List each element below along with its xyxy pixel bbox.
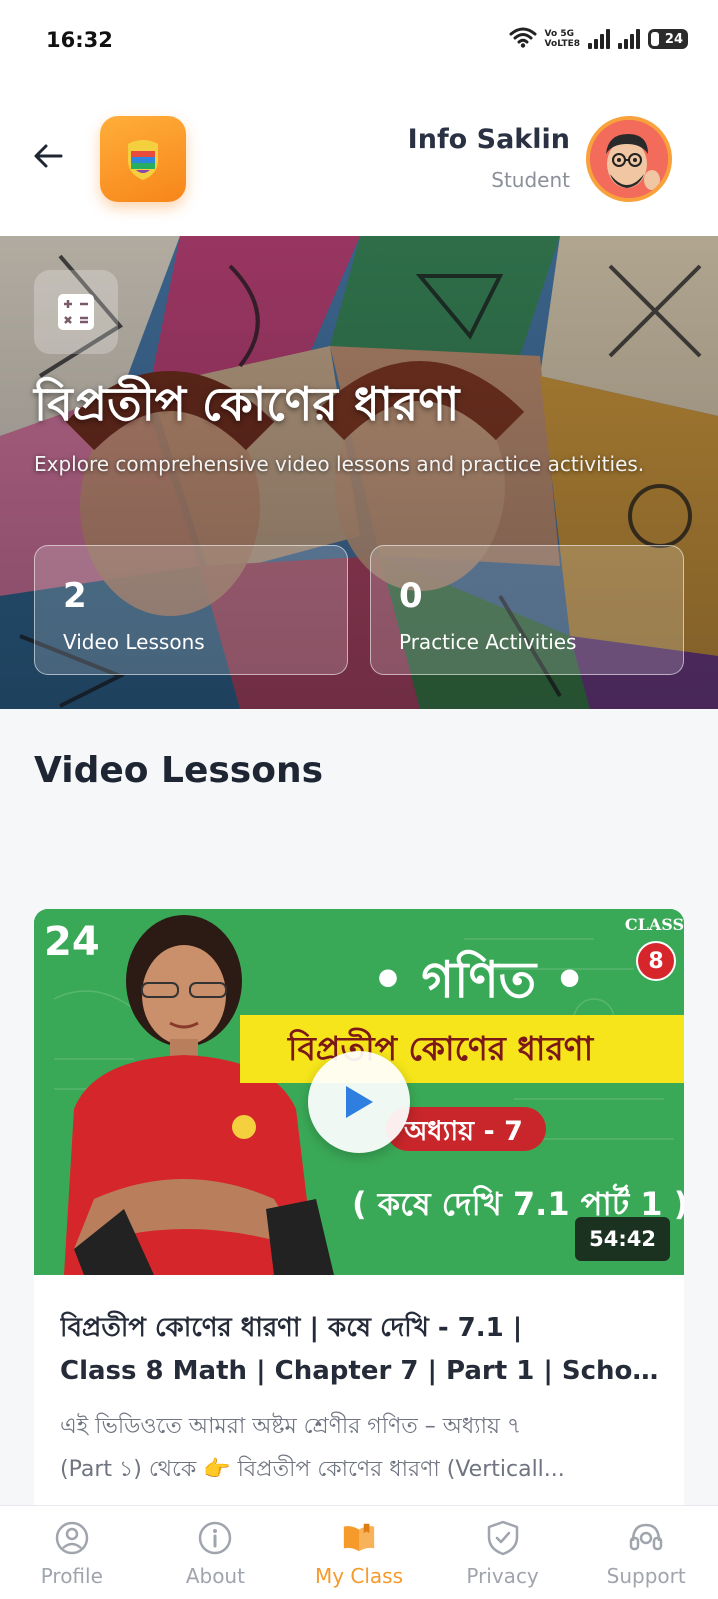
avatar-face-icon (590, 120, 668, 198)
back-arrow-icon (34, 144, 63, 168)
thumbnail-chapter: অধ্যায় - 7 (404, 1116, 523, 1147)
calculator-icon (58, 294, 94, 330)
battery-level: 24 (664, 31, 683, 47)
book-icon (341, 1520, 377, 1556)
nav-item-profile[interactable]: Profile (0, 1506, 144, 1599)
nav-label: Support (606, 1564, 686, 1588)
battery-icon: 24 (648, 29, 688, 49)
profile-icon (54, 1520, 90, 1556)
nav-label: My Class (314, 1564, 404, 1588)
class-title: বিপ্রতীপ কোণের ধারণা (34, 377, 460, 431)
stat-label: Practice Activities (399, 630, 577, 654)
network-type-bottom: VoLTE8 (544, 39, 580, 49)
wifi-icon (509, 26, 537, 52)
user-role: Student (491, 168, 570, 192)
class-subtitle: Explore comprehensive video lessons and … (34, 452, 645, 476)
play-button[interactable] (308, 1051, 410, 1153)
nav-item-privacy[interactable]: Privacy (431, 1506, 575, 1599)
network-type: Vo 5G VoLTE8 (545, 29, 580, 49)
stat-value: 2 (63, 576, 87, 616)
stat-label: Video Lessons (63, 630, 205, 654)
shield-icon (485, 1520, 521, 1556)
signal-icon-2 (618, 29, 640, 49)
app-header: Info Saklin Student (0, 84, 718, 236)
video-lesson-card[interactable]: 24 CLASS 8 • গণিত • বিপ্রতীপ কোণের ধারণা… (34, 909, 684, 1509)
shield-logo-icon (128, 140, 158, 180)
lesson-title-line-2: Class 8 Math | Chapter 7 | Part 1 | Scho… (60, 1356, 660, 1386)
status-time: 16:32 (46, 28, 113, 52)
status-icons: Vo 5G VoLTE8 24 (509, 26, 688, 52)
status-bar: 16:32 Vo 5G VoLTE8 24 (0, 0, 718, 84)
video-lessons-heading: Video Lessons (34, 750, 324, 791)
nav-item-support[interactable]: Support (574, 1506, 718, 1599)
network-type-top: Vo 5G (544, 29, 574, 39)
back-button[interactable] (28, 136, 68, 176)
nav-item-about[interactable]: About (144, 1506, 288, 1599)
info-icon (197, 1520, 233, 1556)
lesson-description-line-1: এই ভিডিওতে আমরা অষ্টম শ্রেণীর গণিত – অধ্… (60, 1414, 522, 1439)
play-icon (346, 1086, 373, 1118)
lesson-title-line-1: বিপ্রতীপ কোণের ধারণা | কষে দেখি - 7.1 | (60, 1313, 523, 1343)
nav-label: About (185, 1564, 245, 1588)
thumbnail-subject: • গণিত • (372, 951, 586, 1009)
nav-item-my-class[interactable]: My Class (287, 1506, 431, 1599)
stat-card-practice-activities: 0 Practice Activities (370, 545, 684, 675)
thumbnail-badge-number: 24 (44, 919, 100, 965)
stat-card-video-lessons: 2 Video Lessons (34, 545, 348, 675)
app-logo[interactable] (100, 116, 186, 202)
video-duration: 54:42 (575, 1217, 670, 1261)
nav-label: Profile (40, 1564, 103, 1588)
lesson-description-line-2: (Part ১) থেকে 👉 বিপ্রতীপ কোণের ধারণা (Ve… (60, 1457, 565, 1482)
stat-value: 0 (399, 576, 423, 616)
avatar[interactable] (586, 116, 672, 202)
bottom-navigation: Profile About My Class Privacy Support (0, 1505, 718, 1599)
nav-label: Privacy (466, 1564, 539, 1588)
video-thumbnail[interactable]: 24 CLASS 8 • গণিত • বিপ্রতীপ কোণের ধারণা… (34, 909, 684, 1275)
thumbnail-class-label: CLASS (624, 915, 684, 934)
signal-icon-1 (588, 29, 610, 49)
calculator-badge (34, 270, 118, 354)
headset-icon (628, 1520, 664, 1556)
class-hero-banner: বিপ্রতীপ কোণের ধারণা Explore comprehensi… (0, 236, 718, 709)
thumbnail-class-number: 8 (636, 941, 676, 981)
user-name: Info Saklin (407, 124, 570, 155)
lesson-description: এই ভিডিওতে আমরা অষ্টম শ্রেণীর গণিত – অধ্… (60, 1405, 660, 1491)
lesson-title[interactable]: বিপ্রতীপ কোণের ধারণা | কষে দেখি - 7.1 | … (60, 1307, 660, 1393)
